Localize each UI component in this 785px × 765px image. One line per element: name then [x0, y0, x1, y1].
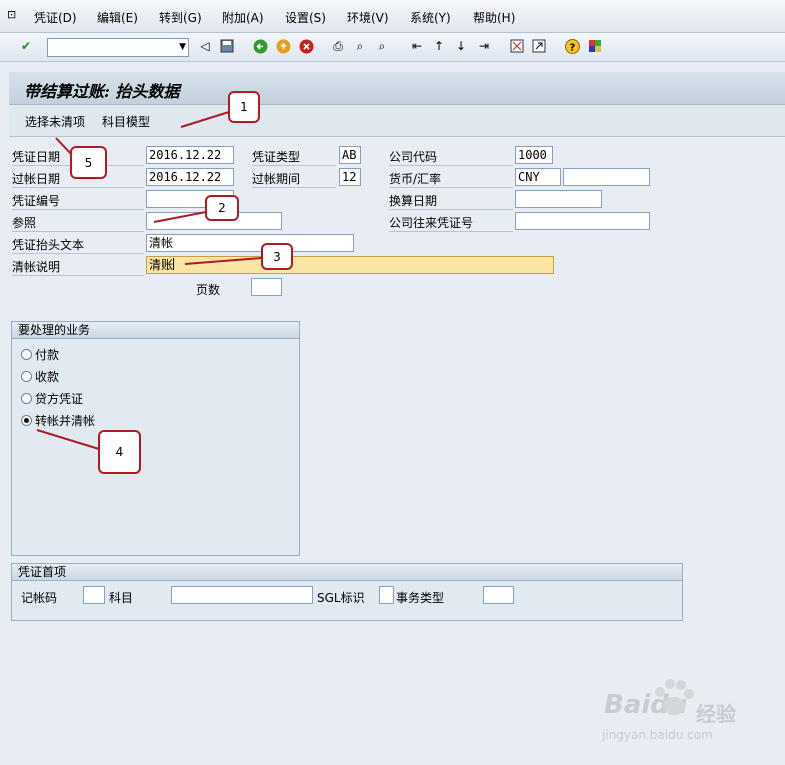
callout-1: 1	[228, 91, 260, 123]
annotation-arrows	[36, 111, 263, 450]
watermark-url: jingyan.baidu.com	[602, 728, 713, 742]
watermark-cn: 经验	[696, 702, 736, 726]
callout-5: 5	[70, 146, 107, 179]
callout-4: 4	[98, 430, 141, 474]
callout-3: 3	[261, 243, 293, 270]
watermark-paw-icon	[655, 679, 694, 715]
callout-2: 2	[205, 195, 239, 221]
